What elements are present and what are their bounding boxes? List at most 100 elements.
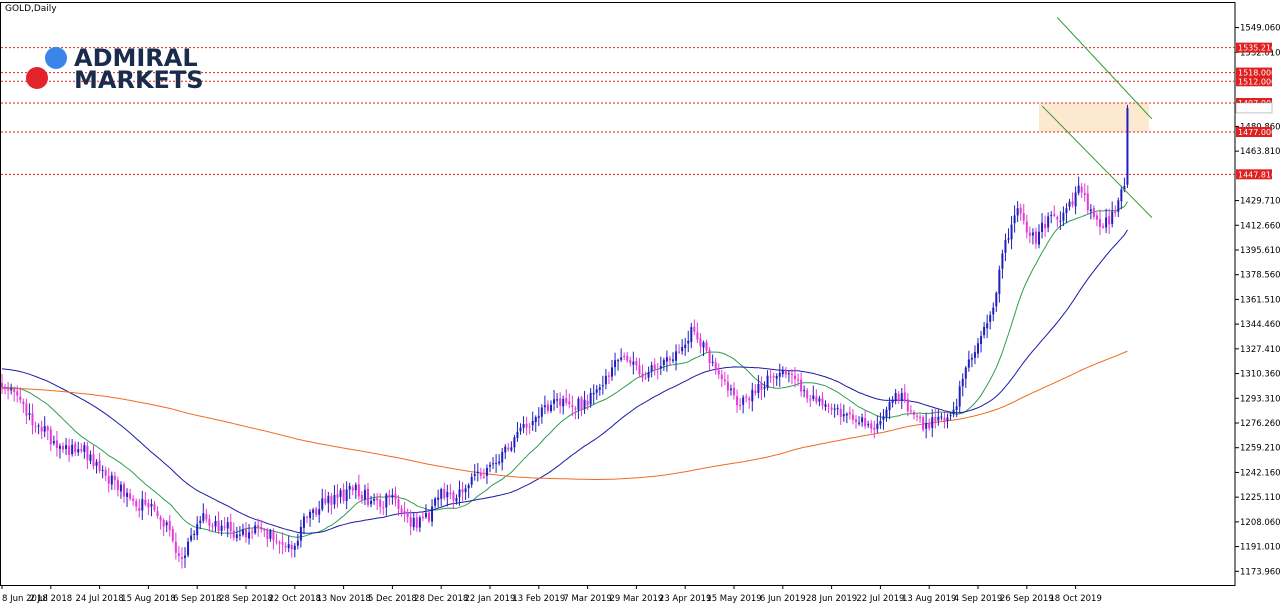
gold-daily-chart[interactable]: 1173.960 1191.010 1208.060 1225.110 1242.160…	[0, 0, 1280, 608]
candle-body	[720, 374, 723, 380]
candle	[7, 382, 10, 400]
candle	[336, 484, 339, 508]
x-axis-tick-label: 4 Sep 2019	[954, 594, 1002, 604]
x-axis-tick-label: 29 Mar 2019	[609, 594, 663, 604]
candle-body	[1114, 211, 1117, 213]
candle	[565, 389, 568, 406]
candle	[1114, 205, 1117, 217]
candle	[632, 351, 635, 375]
candle-body	[1068, 201, 1071, 207]
candle	[1001, 249, 1004, 279]
candle-body	[315, 508, 318, 515]
candle-body	[955, 406, 958, 411]
candle	[443, 482, 446, 501]
candle	[348, 482, 351, 499]
candle-body	[71, 444, 74, 455]
candle	[235, 526, 238, 542]
candle-body	[961, 378, 964, 387]
candle-body	[589, 392, 592, 405]
candle	[1004, 233, 1007, 261]
candle-body	[607, 375, 610, 377]
candle	[144, 491, 147, 507]
candle-body	[461, 489, 464, 493]
candle	[916, 413, 918, 422]
candle-body	[376, 498, 379, 501]
candle-body	[909, 410, 912, 412]
candle-body	[928, 422, 931, 429]
candle-body	[379, 499, 382, 507]
candle	[870, 419, 873, 434]
candle	[906, 393, 909, 417]
candle-body	[803, 390, 806, 392]
candle	[1041, 213, 1044, 239]
candle	[92, 445, 95, 470]
candle-body	[848, 412, 851, 415]
candle-body	[1117, 200, 1120, 212]
candle	[751, 382, 754, 412]
candle-body	[1001, 253, 1004, 269]
candle	[858, 416, 861, 426]
candle	[919, 414, 922, 423]
candle	[62, 442, 64, 453]
candle	[1056, 215, 1059, 228]
candle-body	[546, 404, 549, 411]
candle	[1050, 211, 1053, 224]
candle-body	[1083, 192, 1086, 195]
candle	[684, 337, 687, 356]
candle-body	[739, 405, 742, 407]
candle-body	[562, 398, 565, 407]
candle-body	[629, 360, 632, 364]
candle	[299, 519, 302, 548]
candle	[1062, 206, 1065, 227]
level-label: 1477.000	[1238, 128, 1276, 137]
candle-body	[1010, 224, 1013, 240]
candle-body	[257, 525, 260, 528]
candle	[391, 488, 394, 505]
candle-body	[964, 367, 967, 379]
candle-body	[586, 400, 589, 406]
candle-body	[440, 489, 443, 499]
candle-body	[495, 462, 498, 464]
candle	[546, 400, 549, 414]
candle-body	[455, 498, 458, 502]
candle-body	[519, 427, 522, 432]
candle-body	[345, 489, 348, 501]
candle-body	[678, 351, 681, 353]
candle	[723, 371, 726, 386]
candle-body	[790, 373, 793, 375]
candle-body	[43, 426, 46, 432]
candle-body	[226, 522, 229, 529]
candle-body	[1092, 208, 1095, 217]
candle	[790, 369, 793, 385]
candle	[1038, 224, 1040, 249]
candle-body	[662, 360, 665, 366]
candle-body	[214, 521, 217, 527]
candle-body	[409, 516, 412, 527]
candle-body	[126, 492, 129, 497]
candle	[19, 387, 22, 404]
candle-body	[635, 360, 638, 366]
candle-body	[601, 385, 604, 387]
candle	[739, 398, 742, 411]
candle	[302, 513, 305, 535]
candle-body	[1044, 224, 1047, 229]
candle-body	[1034, 231, 1037, 244]
candle	[967, 350, 970, 372]
candle	[281, 532, 284, 555]
candle-body	[327, 495, 330, 504]
candle-body	[653, 364, 656, 370]
candle-body	[135, 500, 138, 507]
candle-body	[330, 496, 333, 505]
candle	[113, 471, 116, 490]
candle	[254, 521, 257, 535]
candle-body	[604, 375, 607, 385]
candle-body	[836, 408, 839, 410]
candle-body	[22, 401, 25, 405]
candle	[284, 542, 287, 552]
candle-body	[537, 416, 540, 418]
candle-body	[1007, 238, 1010, 240]
candle	[86, 441, 89, 470]
candle	[489, 461, 491, 473]
candle-body	[168, 521, 171, 530]
y-axis-tick-label: 1242.160	[1240, 468, 1280, 478]
